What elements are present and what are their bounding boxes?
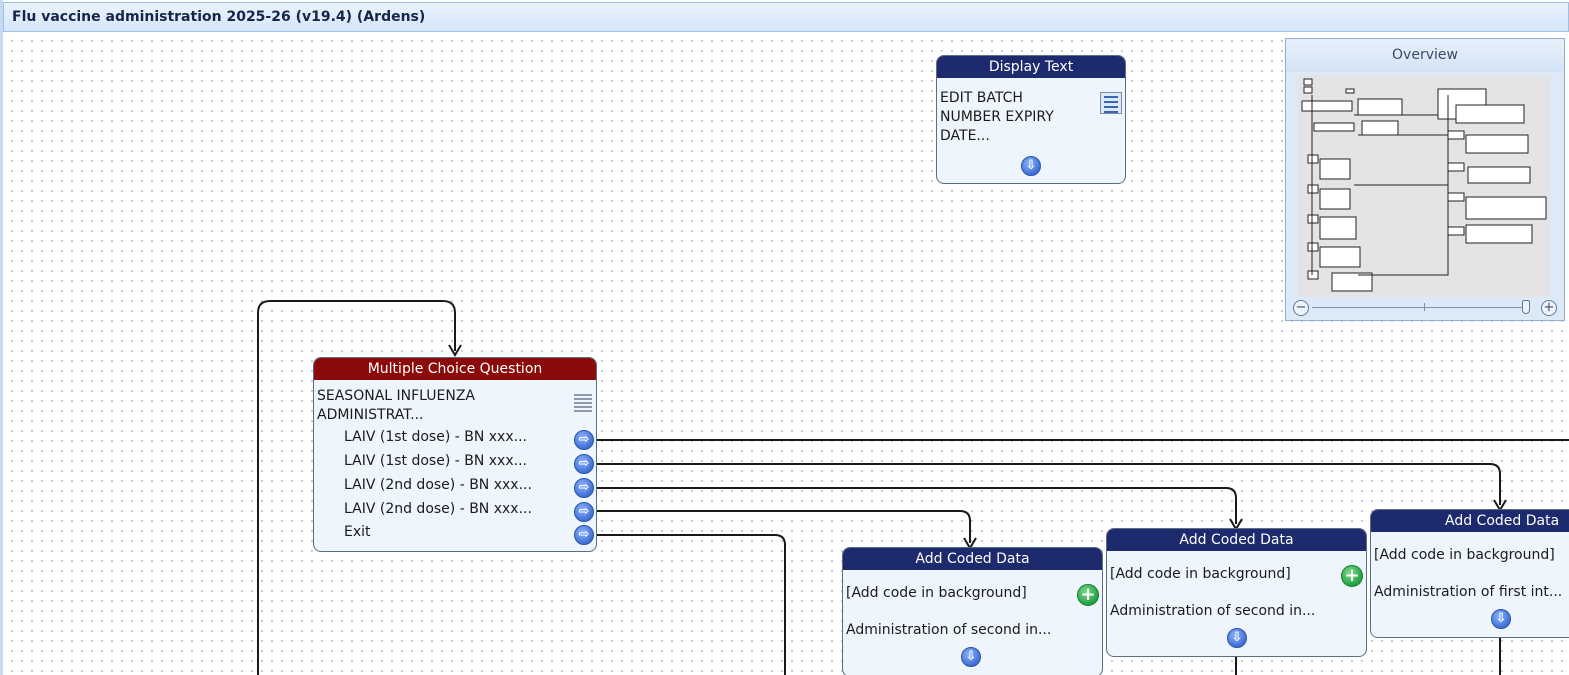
exit-connector (594, 534, 786, 675)
coded2-header: Add Coded Data (1107, 529, 1366, 551)
zoom-slider-track[interactable] (1312, 307, 1524, 308)
coded3-header: Add Coded Data (1371, 510, 1569, 532)
coded1-line-2: Administration of second in... (846, 622, 1052, 638)
display-text-node[interactable]: Display Text EDIT BATCH NUMBER EXPIRY DA… (936, 55, 1126, 184)
add-coded-data-node-2[interactable]: Add Coded Data [Add code in background] … (1106, 528, 1367, 657)
mcq-option-2[interactable]: LAIV (1st dose) - BN xxx... (344, 453, 527, 469)
add-code-plus-icon[interactable]: + (1341, 565, 1363, 587)
option3-arrow-icon[interactable]: ⇨ (574, 478, 594, 498)
coded2-line-1: [Add code in background] (1110, 566, 1291, 582)
zoom-slider-tick (1424, 303, 1425, 311)
add-coded-data-node-3[interactable]: Add Coded Data [Add code in background] … (1370, 509, 1569, 638)
option2-arrow-icon[interactable]: ⇨ (574, 454, 594, 474)
mcq-option-4[interactable]: LAIV (2nd dose) - BN xxx... (344, 501, 532, 517)
option2-connector (594, 463, 1501, 505)
text-doc-icon (1100, 92, 1122, 114)
display-text-line-1: EDIT BATCH (940, 90, 1023, 106)
window-left-edge (0, 0, 3, 675)
minimap-diagram (1301, 78, 1547, 292)
mcq-header: Multiple Choice Question (314, 358, 596, 380)
coded1-line-1: [Add code in background] (846, 585, 1027, 601)
list-icon (574, 392, 592, 412)
plus-circle-icon[interactable]: + (1541, 300, 1557, 316)
coded2-line-2: Administration of second in... (1110, 603, 1316, 619)
window-title: Flu vaccine administration 2025-26 (v19.… (3, 2, 1569, 32)
mcq-option-1[interactable]: LAIV (1st dose) - BN xxx... (344, 429, 527, 445)
mcq-option-3[interactable]: LAIV (2nd dose) - BN xxx... (344, 477, 532, 493)
option1-arrow-icon[interactable]: ⇨ (574, 430, 594, 450)
display-text-line-3: DATE... (940, 128, 990, 144)
overview-minimap[interactable] (1298, 75, 1550, 297)
coded1-header: Add Coded Data (843, 548, 1102, 570)
option4-arrow-icon[interactable]: ⇨ (574, 502, 594, 522)
down-arrow-connector-icon[interactable]: ⇩ (961, 647, 981, 667)
down-arrow-connector-icon[interactable]: ⇩ (1227, 628, 1247, 648)
multiple-choice-question-node[interactable]: Multiple Choice Question SEASONAL INFLUE… (313, 357, 597, 552)
overview-zoom-bar: − + (1286, 296, 1564, 320)
option3-connector (594, 487, 1237, 524)
zoom-slider-thumb[interactable] (1522, 300, 1530, 314)
display-text-line-2: NUMBER EXPIRY (940, 109, 1054, 125)
add-code-plus-icon[interactable]: + (1077, 584, 1099, 606)
overview-panel[interactable]: Overview − + (1285, 38, 1565, 321)
coded3-line-2: Administration of first int... (1374, 584, 1563, 600)
add-coded-data-node-1[interactable]: Add Coded Data [Add code in background] … (842, 547, 1103, 675)
down-arrow-connector-icon[interactable]: ⇩ (1021, 156, 1041, 176)
mcq-question-line-2: ADMINISTRAT... (317, 407, 424, 423)
overview-title: Overview (1286, 39, 1564, 72)
display-text-header: Display Text (937, 56, 1125, 78)
down-arrow-connector-icon[interactable]: ⇩ (1491, 609, 1511, 629)
coded3-line-1: [Add code in background] (1374, 547, 1555, 563)
minus-circle-icon[interactable]: − (1293, 300, 1309, 316)
mcq-option-exit[interactable]: Exit (344, 524, 371, 540)
mcq-question-line-1: SEASONAL INFLUENZA (317, 388, 476, 404)
exit-arrow-icon[interactable]: ⇨ (574, 525, 594, 545)
